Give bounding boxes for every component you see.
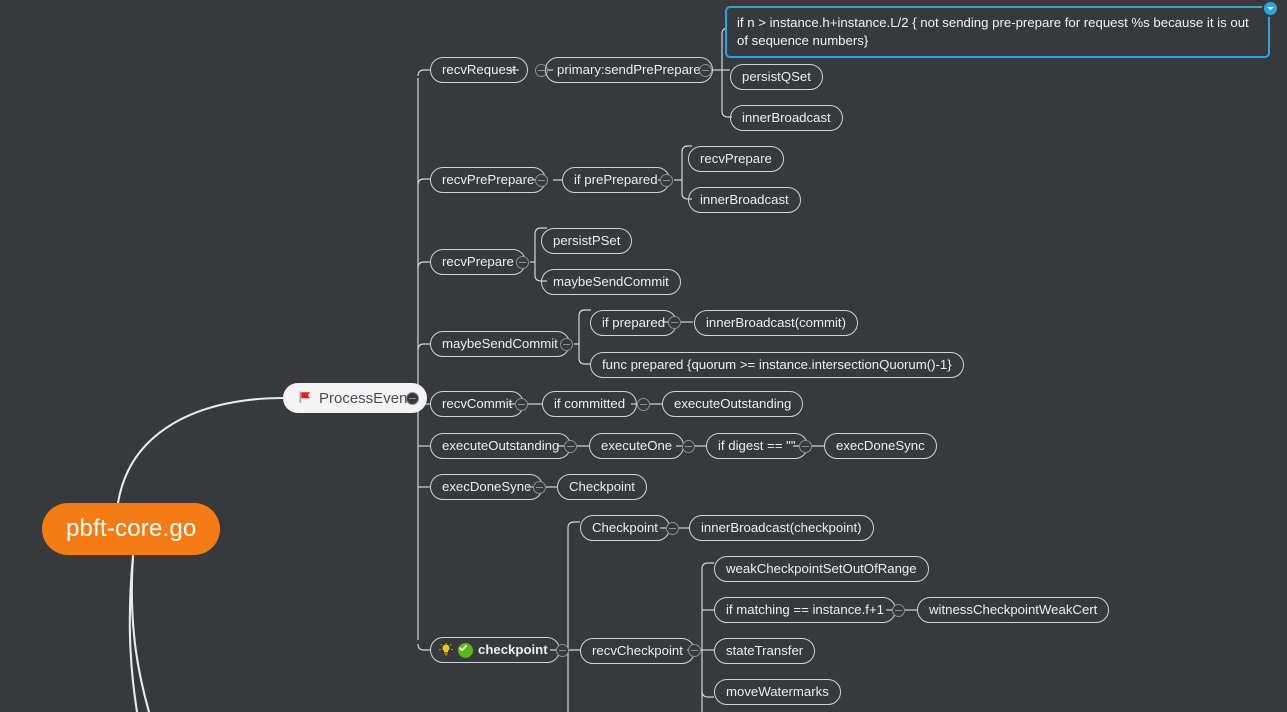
collapse-toggle-recv-checkpoint[interactable] bbox=[688, 644, 701, 657]
node-if-committed[interactable]: if committed bbox=[542, 391, 638, 417]
collapse-toggle-recv-prepare[interactable] bbox=[516, 256, 529, 269]
node-maybe-send-commit[interactable]: maybeSendCommit bbox=[430, 331, 570, 357]
node-label: if matching == instance.f+1 bbox=[726, 602, 884, 618]
node-maybe-send-commit-child[interactable]: maybeSendCommit bbox=[541, 269, 681, 295]
node-label: innerBroadcast(checkpoint) bbox=[701, 520, 862, 536]
node-label: witnessCheckpointWeakCert bbox=[929, 602, 1098, 618]
node-recv-request[interactable]: recvRequest bbox=[430, 57, 529, 83]
node-inner-broadcast-checkpoint[interactable]: innerBroadcast(checkpoint) bbox=[689, 515, 874, 541]
collapse-toggle-if-prepared[interactable] bbox=[668, 316, 681, 329]
node-move-watermarks[interactable]: moveWatermarks bbox=[714, 679, 841, 705]
node-label: func prepared {quorum >= instance.inters… bbox=[602, 357, 952, 373]
node-if-preprepared[interactable]: if prePrepared bbox=[562, 167, 670, 193]
collapse-toggle-primary-send-preprepare[interactable] bbox=[699, 64, 712, 77]
node-execute-outstanding[interactable]: executeOutstanding bbox=[430, 433, 572, 459]
node-label: innerBroadcast bbox=[742, 110, 831, 126]
node-exec-done-sync-child[interactable]: execDoneSync bbox=[824, 433, 937, 459]
node-label: if committed bbox=[554, 396, 626, 412]
collapse-toggle-execute-one[interactable] bbox=[682, 440, 695, 453]
node-checkpoint-sub[interactable]: Checkpoint bbox=[580, 515, 670, 541]
node-label: executeOutstanding bbox=[674, 396, 792, 412]
root-node-label: pbft-core.go bbox=[66, 515, 197, 542]
node-recv-preprepare[interactable]: recvPrePrepare bbox=[430, 167, 547, 193]
node-label: recvCommit bbox=[442, 396, 513, 412]
node-if-matching[interactable]: if matching == instance.f+1 bbox=[714, 597, 896, 623]
node-state-transfer[interactable]: stateTransfer bbox=[714, 638, 816, 664]
node-recv-prepare-child[interactable]: recvPrepare bbox=[688, 146, 784, 172]
node-if-prepared[interactable]: if prepared bbox=[590, 310, 678, 336]
node-weak-checkpoint-out-of-range[interactable]: weakCheckpointSetOutOfRange bbox=[714, 556, 929, 582]
node-note-out-of-sequence[interactable]: if n > instance.h+instance.L/2 { not sen… bbox=[725, 6, 1270, 59]
node-execute-outstanding-child[interactable]: executeOutstanding bbox=[662, 391, 804, 417]
node-label: recvPrepare bbox=[442, 254, 514, 270]
node-label: recvRequest bbox=[442, 62, 517, 78]
lightbulb-icon bbox=[439, 643, 453, 657]
collapse-toggle-execute-outstanding[interactable] bbox=[564, 440, 577, 453]
node-label: maybeSendCommit bbox=[553, 274, 669, 290]
node-checkpoint-marked[interactable]: checkpoint bbox=[430, 637, 560, 663]
root-node-pbft-core[interactable]: pbft-core.go bbox=[42, 503, 221, 555]
node-label: execDoneSync bbox=[442, 479, 531, 495]
node-witness-checkpoint-weak-cert[interactable]: witnessCheckpointWeakCert bbox=[917, 597, 1110, 623]
node-label: recvPrePrepare bbox=[442, 172, 535, 188]
node-persist-pset[interactable]: persistPSet bbox=[541, 228, 633, 254]
node-inner-broadcast-commit[interactable]: innerBroadcast(commit) bbox=[694, 310, 858, 336]
node-label: recvPrepare bbox=[700, 151, 772, 167]
node-label: moveWatermarks bbox=[726, 684, 829, 700]
node-label: if n > instance.h+instance.L/2 { not sen… bbox=[737, 15, 1249, 48]
node-label: weakCheckpointSetOutOfRange bbox=[726, 561, 917, 577]
node-persist-qset[interactable]: persistQSet bbox=[730, 64, 823, 90]
node-label: executeOutstanding bbox=[442, 438, 560, 454]
collapse-toggle-if-committed[interactable] bbox=[637, 398, 650, 411]
green-check-icon bbox=[458, 642, 473, 658]
node-recv-commit[interactable]: recvCommit bbox=[430, 391, 525, 417]
node-label: Checkpoint bbox=[592, 520, 658, 536]
mindmap-canvas[interactable]: pbft-core.go ProcessEvent recvRequest pr… bbox=[0, 0, 1287, 712]
collapse-toggle-exec-done-sync[interactable] bbox=[533, 481, 546, 494]
node-execute-one[interactable]: executeOne bbox=[589, 433, 685, 459]
collapse-toggle-checkpoint-sub[interactable] bbox=[666, 522, 679, 535]
node-label: recvCheckpoint bbox=[592, 643, 683, 659]
node-label: maybeSendCommit bbox=[442, 336, 558, 352]
selection-handle-chevron-down-icon[interactable] bbox=[1262, 0, 1279, 17]
collapse-toggle-if-digest[interactable] bbox=[799, 440, 812, 453]
node-label: persistQSet bbox=[742, 69, 811, 85]
collapse-toggle-process-event[interactable] bbox=[406, 392, 419, 405]
node-inner-broadcast-2[interactable]: innerBroadcast bbox=[688, 187, 801, 213]
node-label: stateTransfer bbox=[726, 643, 804, 659]
node-label: execDoneSync bbox=[836, 438, 925, 454]
node-label: primary:sendPrePrepare bbox=[557, 62, 701, 78]
node-recv-checkpoint[interactable]: recvCheckpoint bbox=[580, 638, 695, 664]
node-label: Checkpoint bbox=[569, 479, 635, 495]
red-flag-icon bbox=[298, 390, 312, 406]
node-label: innerBroadcast bbox=[700, 192, 789, 208]
collapse-toggle-if-matching[interactable] bbox=[892, 604, 905, 617]
collapse-toggle-if-preprepared[interactable] bbox=[660, 174, 673, 187]
collapse-toggle-maybe-send-commit[interactable] bbox=[560, 338, 573, 351]
node-exec-done-sync[interactable]: execDoneSync bbox=[430, 474, 543, 500]
branch-node-process-event[interactable]: ProcessEvent bbox=[283, 383, 427, 413]
node-recv-prepare[interactable]: recvPrepare bbox=[430, 249, 526, 275]
collapse-toggle-checkpoint[interactable] bbox=[556, 644, 569, 657]
node-func-prepared[interactable]: func prepared {quorum >= instance.inters… bbox=[590, 352, 964, 378]
node-label: if prepared bbox=[602, 315, 666, 331]
branch-node-label: ProcessEvent bbox=[319, 389, 412, 407]
node-checkpoint-child[interactable]: Checkpoint bbox=[557, 474, 647, 500]
collapse-toggle-recv-preprepare[interactable] bbox=[535, 174, 548, 187]
node-label: innerBroadcast(commit) bbox=[706, 315, 846, 331]
node-label: if digest == "" bbox=[718, 438, 796, 454]
node-label: checkpoint bbox=[478, 642, 548, 658]
node-label: if prePrepared bbox=[574, 172, 658, 188]
node-if-digest-empty[interactable]: if digest == "" bbox=[706, 433, 808, 459]
node-primary-send-preprepare[interactable]: primary:sendPrePrepare bbox=[545, 57, 713, 83]
node-label: executeOne bbox=[601, 438, 673, 454]
node-label: persistPSet bbox=[553, 233, 621, 249]
collapse-toggle-recv-commit[interactable] bbox=[515, 398, 528, 411]
node-inner-broadcast-1[interactable]: innerBroadcast bbox=[730, 105, 843, 131]
